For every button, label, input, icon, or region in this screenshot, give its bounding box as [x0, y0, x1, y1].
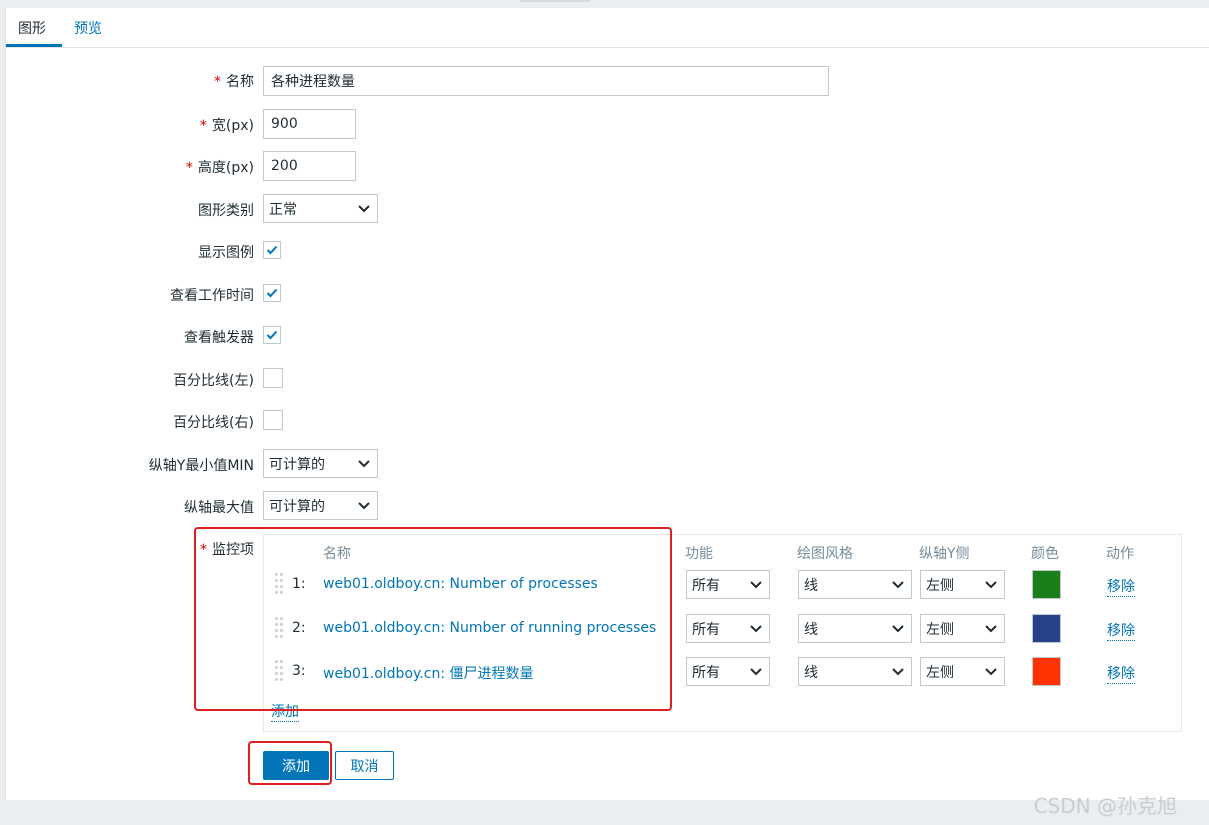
draw-style-value: 线 — [804, 664, 818, 681]
graph-type-value: 正常 — [269, 201, 297, 218]
y-max-label: 纵轴最大值 — [184, 500, 254, 516]
top-strip — [0, 0, 1209, 8]
chevron-down-icon — [358, 205, 370, 213]
show-working-time-label: 查看工作时间 — [170, 288, 254, 304]
cancel-button[interactable]: 取消 — [335, 751, 394, 780]
percentile-left-label: 百分比线(左) — [173, 373, 254, 389]
chevron-down-icon — [985, 581, 997, 589]
y-axis-side-value: 左侧 — [926, 621, 954, 638]
color-swatch[interactable] — [1032, 657, 1061, 686]
chevron-down-icon — [358, 460, 370, 468]
column-header-color: 颜色 — [1031, 546, 1059, 562]
show-legend-checkbox[interactable] — [263, 241, 281, 259]
chevron-down-icon — [985, 625, 997, 633]
function-select[interactable]: 所有 — [686, 614, 770, 643]
column-header-draw-style: 绘图风格 — [797, 546, 853, 562]
graph-type-label: 图形类别 — [198, 203, 254, 219]
top-handle — [520, 0, 590, 2]
percentile-left-checkbox[interactable] — [263, 368, 283, 388]
y-min-value: 可计算的 — [269, 456, 325, 473]
draw-style-select[interactable]: 线 — [798, 570, 912, 599]
remove-link[interactable]: 移除 — [1107, 576, 1135, 597]
column-header-function: 功能 — [685, 546, 713, 562]
name-input[interactable] — [263, 66, 829, 96]
percentile-right-checkbox[interactable] — [263, 410, 283, 430]
check-icon — [266, 288, 278, 298]
show-working-time-checkbox[interactable] — [263, 284, 281, 302]
show-triggers-label: 查看触发器 — [184, 330, 254, 346]
height-label: * 高度(px) — [185, 160, 254, 176]
draw-style-select[interactable]: 线 — [798, 614, 912, 643]
chevron-down-icon — [892, 581, 904, 589]
graph-type-select[interactable]: 正常 — [263, 194, 378, 223]
row-number: 2: — [292, 620, 306, 636]
chevron-down-icon — [892, 668, 904, 676]
y-axis-side-select[interactable]: 左侧 — [920, 614, 1005, 643]
chevron-down-icon — [985, 668, 997, 676]
remove-link[interactable]: 移除 — [1107, 663, 1135, 684]
function-value: 所有 — [692, 664, 720, 681]
color-swatch[interactable] — [1032, 614, 1061, 643]
check-icon — [266, 330, 278, 340]
tab-preview[interactable]: 预览 — [74, 18, 102, 38]
draw-style-select[interactable]: 线 — [798, 657, 912, 686]
column-header-y-axis-side: 纵轴Y侧 — [919, 546, 970, 562]
chevron-down-icon — [892, 625, 904, 633]
draw-style-value: 线 — [804, 577, 818, 594]
percentile-right-label: 百分比线(右) — [173, 415, 254, 431]
width-input[interactable] — [263, 109, 356, 139]
drag-handle-icon[interactable] — [275, 660, 283, 682]
y-axis-side-value: 左侧 — [926, 664, 954, 681]
y-axis-side-value: 左侧 — [926, 577, 954, 594]
drag-handle-icon[interactable] — [275, 617, 283, 639]
y-min-select[interactable]: 可计算的 — [263, 449, 378, 478]
item-name-link[interactable]: web01.oldboy.cn: 僵尸进程数量 — [323, 663, 534, 683]
y-min-label: 纵轴Y最小值MIN — [148, 458, 254, 474]
draw-style-value: 线 — [804, 621, 818, 638]
chevron-down-icon — [750, 668, 762, 676]
y-axis-side-select[interactable]: 左侧 — [920, 657, 1005, 686]
y-max-select[interactable]: 可计算的 — [263, 491, 378, 520]
show-legend-label: 显示图例 — [198, 245, 254, 261]
chevron-down-icon — [358, 502, 370, 510]
function-select[interactable]: 所有 — [686, 657, 770, 686]
watermark: CSDN @孙克旭 — [1033, 794, 1177, 818]
items-table: 名称 功能 绘图风格 纵轴Y侧 颜色 动作 1: web01.oldboy.cn… — [263, 534, 1182, 732]
width-label: * 宽(px) — [199, 118, 254, 134]
function-select[interactable]: 所有 — [686, 570, 770, 599]
column-header-action: 动作 — [1106, 546, 1134, 562]
function-value: 所有 — [692, 577, 720, 594]
graph-form-panel: 图形 预览 *名称 *宽(px) *高度(px) 图形类别 正常 显示图例 查看… — [5, 8, 1209, 800]
remove-link[interactable]: 移除 — [1107, 620, 1135, 641]
add-item-link[interactable]: 添加 — [271, 701, 299, 722]
active-tab-indicator — [6, 44, 62, 47]
row-number: 1: — [292, 576, 306, 592]
add-button[interactable]: 添加 — [263, 751, 329, 780]
chevron-down-icon — [750, 581, 762, 589]
item-name-link[interactable]: web01.oldboy.cn: Number of running proce… — [323, 620, 656, 636]
column-header-name: 名称 — [323, 546, 351, 562]
y-max-value: 可计算的 — [269, 498, 325, 515]
height-input[interactable] — [263, 151, 356, 181]
row-number: 3: — [292, 663, 306, 679]
show-triggers-checkbox[interactable] — [263, 326, 281, 344]
function-value: 所有 — [692, 621, 720, 638]
item-name-link[interactable]: web01.oldboy.cn: Number of processes — [323, 576, 598, 592]
check-icon — [266, 245, 278, 255]
name-label: * 名称 — [214, 74, 254, 90]
y-axis-side-select[interactable]: 左侧 — [920, 570, 1005, 599]
tab-bar: 图形 预览 — [6, 8, 1209, 48]
tab-graph[interactable]: 图形 — [18, 18, 46, 38]
drag-handle-icon[interactable] — [275, 573, 283, 595]
chevron-down-icon — [750, 625, 762, 633]
color-swatch[interactable] — [1032, 570, 1061, 599]
items-label: * 监控项 — [200, 542, 254, 558]
